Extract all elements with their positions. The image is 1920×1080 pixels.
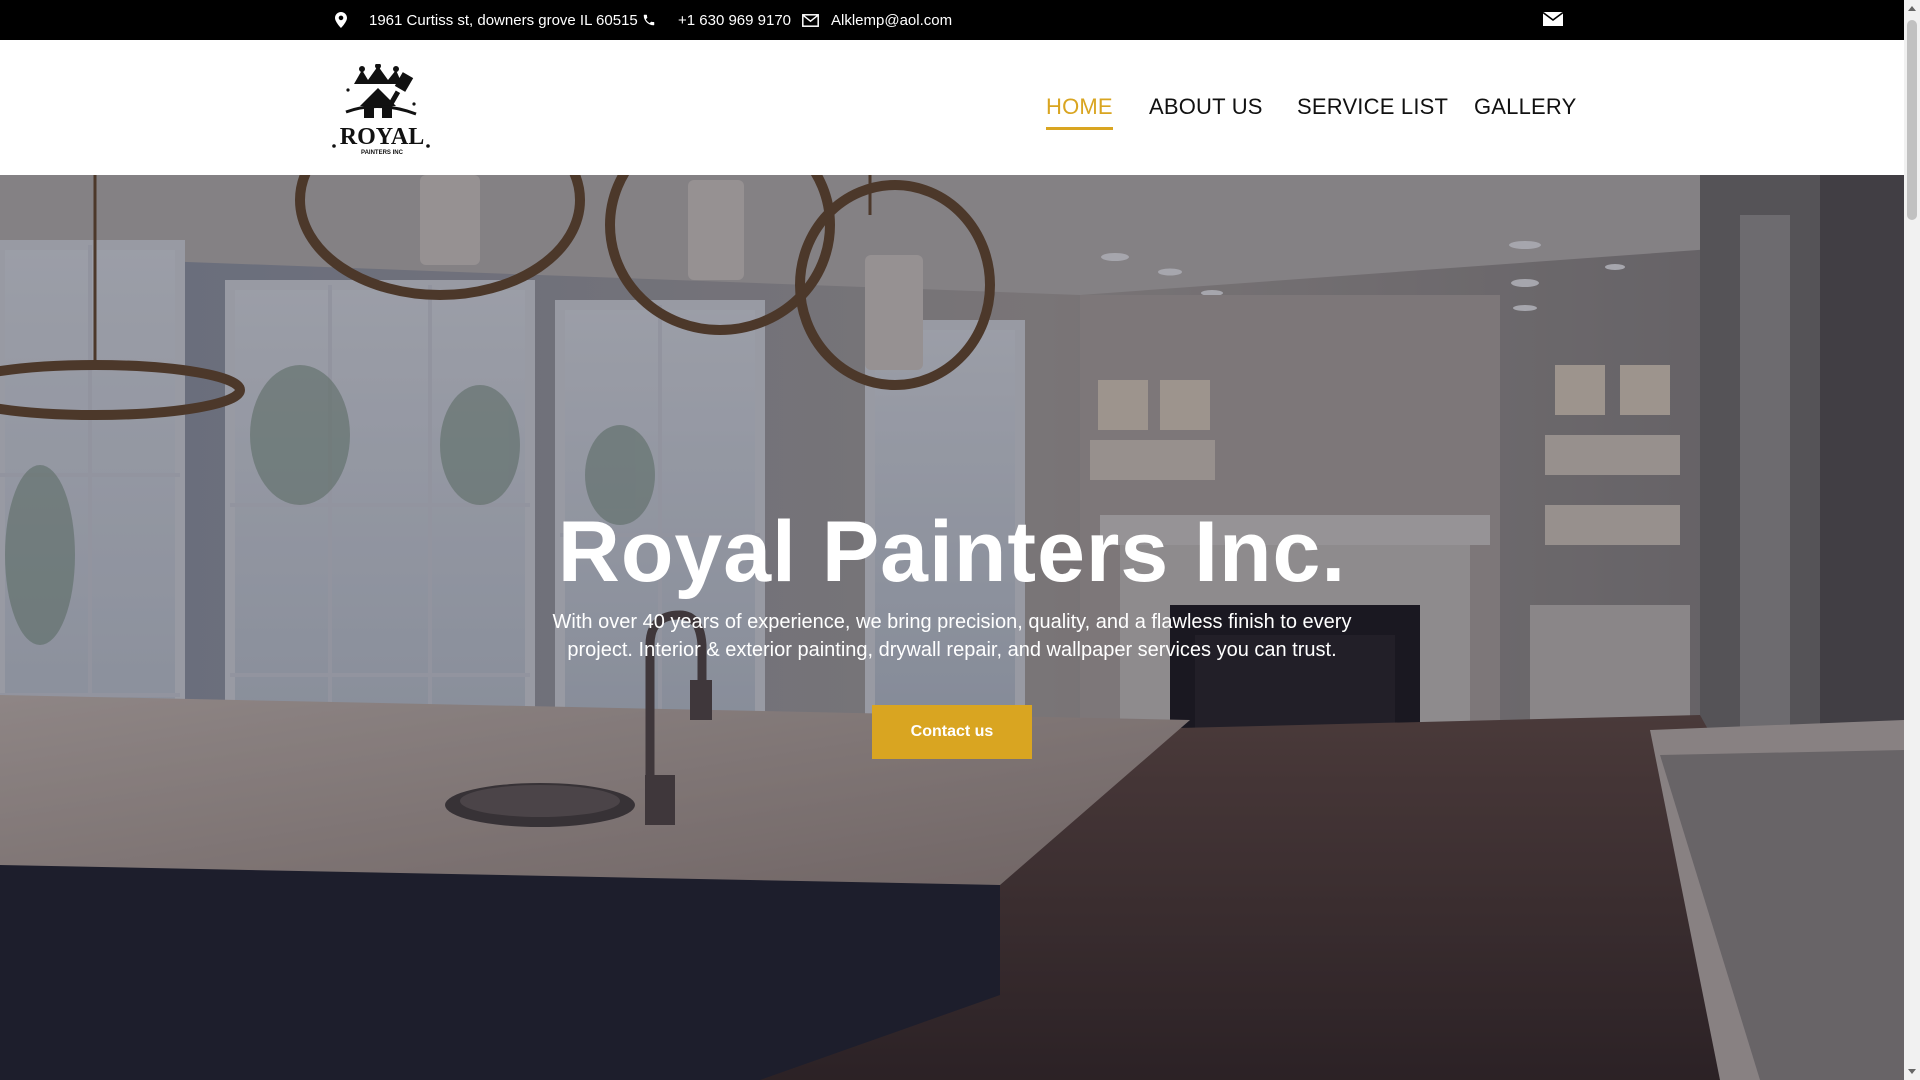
nav-home[interactable]: HOME [1046, 94, 1113, 130]
nav-about-us[interactable]: ABOUT US [1149, 94, 1263, 120]
logo-subtitle: PAINTERS INC [361, 150, 404, 156]
royal-painters-logo[interactable]: ROYAL PAINTERS INC [332, 63, 432, 156]
mail-icon[interactable] [1543, 11, 1563, 27]
logo-wordmark: ROYAL [340, 124, 424, 150]
nav-service-list-label: SERVICE LIST [1297, 94, 1449, 119]
contact-us-button[interactable]: Contact us [872, 705, 1032, 759]
scrollbar-thumb[interactable] [1907, 20, 1917, 220]
map-pin-icon [335, 12, 347, 28]
email-item[interactable]: Alklemp@aol.com [802, 0, 952, 40]
hero-subtitle: With over 40 years of experience, we bri… [552, 611, 1352, 661]
nav-gallery[interactable]: GALLERY [1474, 94, 1577, 120]
nav-service-list[interactable]: SERVICE LIST [1297, 94, 1448, 120]
scroll-up-arrow-icon[interactable] [1908, 6, 1916, 11]
nav-home-label: HOME [1046, 94, 1113, 119]
nav-active-underline [1046, 127, 1113, 130]
hero-title: Royal Painters Inc. [557, 504, 1347, 600]
nav-about-us-label: ABOUT US [1149, 94, 1263, 119]
phone-icon [642, 13, 656, 27]
scroll-down-arrow-icon[interactable] [1908, 1069, 1916, 1074]
page-scrollbar[interactable] [1904, 0, 1920, 1080]
envelope-icon [802, 13, 819, 27]
address-item: 1961 Curtiss st, downers grove IL 60515 [335, 0, 638, 40]
phone-item[interactable]: +1 630 969 9170 [642, 0, 791, 40]
email-text[interactable]: Alklemp@aol.com [831, 12, 952, 29]
hero-section: Royal Painters Inc. With over 40 years o… [0, 175, 1904, 1080]
top-info-bar: 1961 Curtiss st, downers grove IL 60515 … [0, 0, 1904, 40]
phone-text[interactable]: +1 630 969 9170 [678, 12, 791, 29]
address-text: 1961 Curtiss st, downers grove IL 60515 [369, 11, 638, 29]
nav-gallery-label: GALLERY [1474, 94, 1577, 119]
site-header: ROYAL PAINTERS INC HOME ABOUT US SERVICE… [0, 40, 1904, 175]
